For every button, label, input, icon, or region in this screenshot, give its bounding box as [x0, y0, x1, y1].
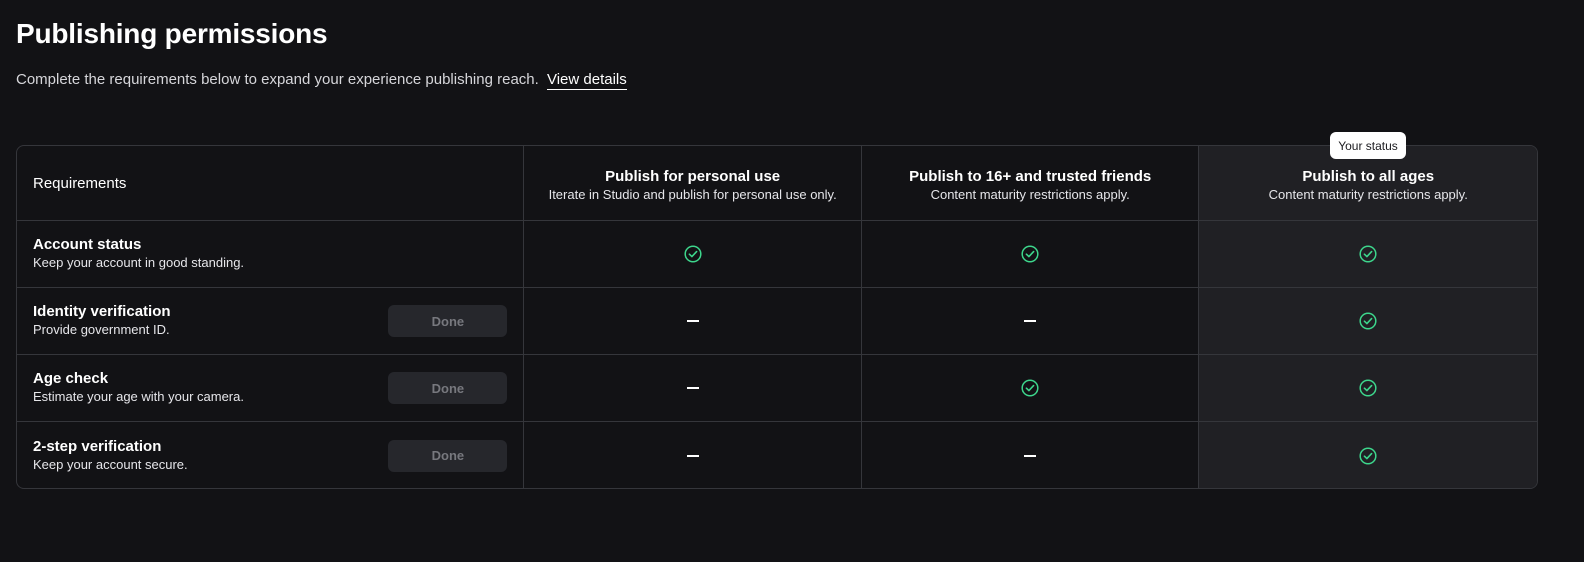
subtitle-text: Complete the requirements below to expan…	[16, 71, 539, 88]
status-cell-personal	[523, 422, 861, 488]
table-row: Age check Estimate your age with your cam…	[17, 355, 1537, 422]
status-cell-all-ages	[1198, 422, 1537, 488]
status-cell-personal	[523, 221, 861, 287]
requirement-description: Keep your account in good standing.	[33, 255, 245, 270]
dash-icon	[686, 454, 699, 457]
check-circle-icon	[1359, 245, 1377, 263]
dash-icon	[686, 320, 699, 322]
requirement-description: Provide government ID.	[33, 322, 170, 337]
status-cell-16-plus	[860, 355, 1199, 421]
column-header-personal: Publish for personal use Iterate in Stud…	[523, 146, 861, 220]
page-title: Publishing permissions	[16, 18, 328, 49]
requirement-title: Identity verification	[33, 303, 171, 320]
requirement-description: Keep your account secure.	[33, 456, 188, 472]
status-cell-16-plus	[860, 221, 1199, 287]
requirement-cell: Account status Keep your account in good …	[17, 221, 523, 287]
table-header-row: Requirements Publish for personal use It…	[17, 146, 1537, 221]
status-cell-personal	[523, 355, 861, 421]
permissions-table: Requirements Publish for personal use It…	[16, 145, 1538, 489]
done-button[interactable]: Done	[388, 305, 508, 337]
column-header-16-plus: Publish to 16+ and trusted friends Conte…	[860, 146, 1199, 220]
column-subtitle: Content maturity restrictions apply.	[930, 187, 1130, 202]
table-body: Account status Keep your account in good …	[17, 221, 1537, 488]
status-cell-all-ages	[1198, 355, 1537, 421]
table-row: Identity verification Provide government …	[17, 288, 1537, 355]
status-cell-personal	[523, 288, 861, 354]
check-circle-icon	[1359, 312, 1377, 330]
column-subtitle: Iterate in Studio and publish for person…	[548, 187, 837, 202]
requirements-header: Requirements	[33, 174, 127, 192]
requirement-text: Age check Estimate your age with your cam…	[33, 370, 244, 406]
check-circle-icon	[684, 245, 702, 263]
table-row: 2-step verification Keep your account sec…	[17, 422, 1537, 488]
view-details-link[interactable]: View details	[546, 71, 627, 90]
requirement-title: Age check	[33, 370, 109, 387]
requirement-cell: 2-step verification Keep your account sec…	[17, 422, 523, 488]
done-button[interactable]: Done	[388, 439, 508, 472]
table-row: Account status Keep your account in good …	[17, 221, 1537, 288]
requirements-header-cell: Requirements	[17, 146, 523, 220]
column-title: Publish to 16+ and trusted friends	[909, 168, 1152, 185]
requirement-cell: Age check Estimate your age with your cam…	[17, 355, 523, 421]
column-title: Publish for personal use	[605, 168, 781, 185]
check-circle-icon	[1021, 379, 1039, 397]
dash-icon	[1024, 320, 1037, 322]
status-cell-16-plus	[860, 422, 1199, 488]
column-subtitle: Content maturity restrictions apply.	[1268, 187, 1468, 202]
done-button[interactable]: Done	[388, 372, 508, 404]
column-title: Publish to all ages	[1302, 168, 1435, 185]
check-circle-icon	[1359, 446, 1377, 465]
requirement-text: Account status Keep your account in good …	[33, 236, 244, 272]
check-circle-icon	[1021, 245, 1039, 263]
status-cell-all-ages	[1198, 288, 1537, 354]
dash-icon	[1024, 454, 1037, 457]
check-circle-icon	[1359, 379, 1377, 397]
requirement-text: Identity verification Provide government …	[33, 303, 171, 339]
requirement-text: 2-step verification Keep your account sec…	[33, 438, 188, 474]
requirement-cell: Identity verification Provide government …	[17, 288, 523, 354]
dash-icon	[686, 387, 699, 389]
requirement-title: Account status	[33, 236, 142, 253]
page-subtitle: Complete the requirements below to expan…	[16, 71, 627, 90]
status-cell-16-plus	[860, 288, 1199, 354]
requirement-title: 2-step verification	[33, 437, 162, 455]
your-status-tooltip: Your status	[1330, 132, 1406, 159]
requirement-description: Estimate your age with your camera.	[33, 389, 244, 404]
status-cell-all-ages	[1198, 221, 1537, 287]
